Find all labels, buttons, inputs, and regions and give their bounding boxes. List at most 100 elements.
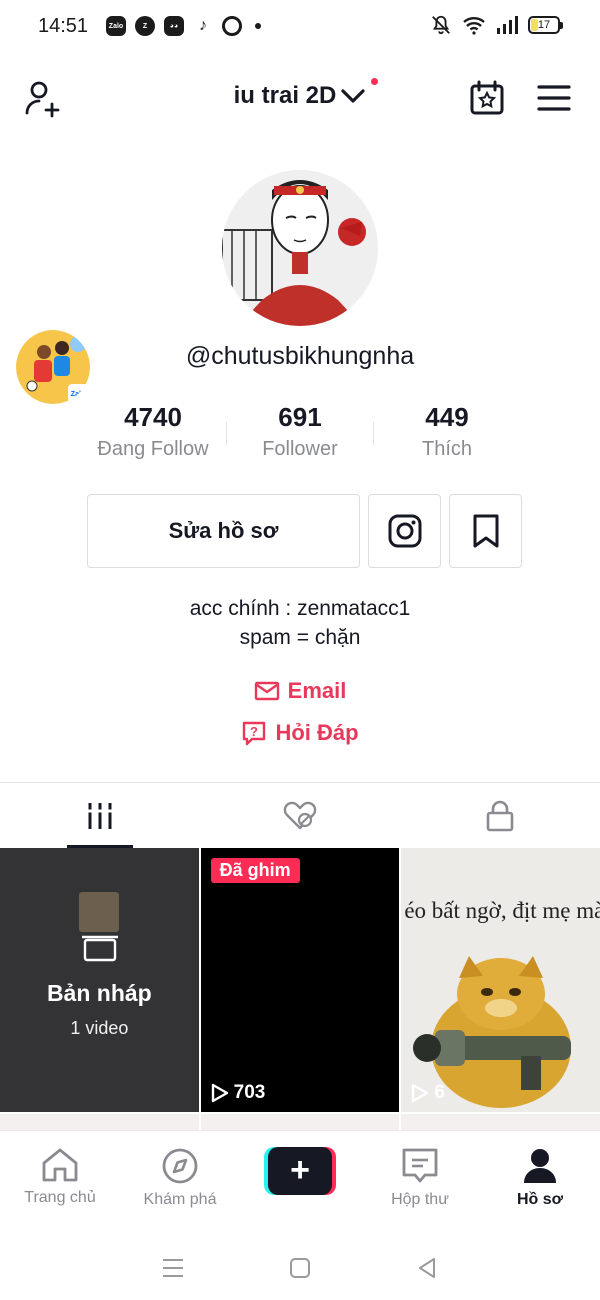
home-system-button[interactable] bbox=[280, 1248, 320, 1288]
following-label: Đang Follow bbox=[97, 438, 209, 460]
following-count: 4740 bbox=[124, 402, 182, 432]
likes-label: Thích bbox=[421, 438, 473, 460]
nav-inbox-label: Hộp thư bbox=[391, 1191, 449, 1208]
hamburger-icon bbox=[537, 85, 571, 111]
draft-thumbnail bbox=[79, 892, 119, 932]
pinned-badge: Đã ghim bbox=[210, 858, 300, 883]
menu-button[interactable] bbox=[532, 76, 576, 120]
instagram-button[interactable] bbox=[368, 494, 441, 568]
nav-discover[interactable]: Khám phá bbox=[120, 1131, 240, 1226]
chrome-icon bbox=[222, 16, 242, 36]
view-count: 703 bbox=[211, 1082, 265, 1104]
video-tile-peek[interactable] bbox=[401, 1114, 600, 1130]
play-icon bbox=[412, 1083, 429, 1103]
chevron-down-icon bbox=[341, 89, 365, 103]
back-triangle-icon bbox=[418, 1258, 435, 1278]
drafts-tile[interactable]: Bản nháp 1 video bbox=[0, 848, 199, 1112]
nav-profile-label: Hồ sơ bbox=[516, 1191, 564, 1208]
play-icon bbox=[211, 1083, 228, 1103]
status-system-icons: 17 bbox=[430, 14, 563, 36]
status-app-icons: Zalo Z ◕◕ ♪ bbox=[106, 16, 261, 36]
profile-icon bbox=[524, 1149, 556, 1183]
nav-create[interactable]: + bbox=[240, 1131, 360, 1226]
profile-header: iu trai 2D bbox=[0, 62, 600, 132]
username: @chutusbikhungnha bbox=[185, 342, 415, 370]
notification-dot bbox=[371, 78, 378, 85]
faq-link[interactable]: ? Hỏi Đáp bbox=[0, 720, 600, 746]
compass-icon bbox=[162, 1148, 198, 1184]
profile-stats: 4740 Đang Follow 691 Follower 449 Thích bbox=[80, 400, 520, 470]
stat-likes[interactable]: 449 Thích bbox=[374, 400, 520, 470]
video-grid-next-row bbox=[0, 1114, 600, 1130]
question-bubble-icon: ? bbox=[243, 721, 266, 746]
content-tabs bbox=[0, 782, 600, 848]
nav-profile[interactable]: Hồ sơ bbox=[480, 1131, 600, 1226]
mail-icon bbox=[254, 681, 279, 701]
tab-private[interactable] bbox=[400, 783, 600, 848]
video-tile-peek[interactable] bbox=[200, 1114, 400, 1130]
stat-following[interactable]: 4740 Đang Follow bbox=[80, 400, 226, 470]
followers-label: Follower bbox=[262, 438, 338, 460]
create-button: + bbox=[264, 1147, 336, 1195]
account-switcher[interactable]: iu trai 2D bbox=[200, 78, 400, 110]
lock-icon bbox=[486, 800, 514, 831]
meme-caption: éo bất ngờ, địt mẹ mày bbox=[404, 898, 600, 923]
battery-level: 17 bbox=[537, 19, 551, 31]
email-label: Email bbox=[287, 678, 347, 703]
svg-text:Zalo: Zalo bbox=[71, 391, 85, 398]
view-count: 6 bbox=[411, 1082, 445, 1104]
video-grid: Bản nháp 1 video Đã ghim 703 éo bất ngờ,… bbox=[0, 848, 600, 1112]
bio-line: spam = chặn bbox=[239, 626, 361, 649]
bottom-navigation: Trang chủ Khám phá + Hộp thư Hồ sơ bbox=[0, 1130, 600, 1226]
status-time: 14:51 bbox=[38, 15, 89, 37]
inbox-icon bbox=[402, 1148, 438, 1183]
system-navigation bbox=[0, 1236, 600, 1300]
status-bar: 14:51 Zalo Z ◕◕ ♪ 17 bbox=[0, 0, 600, 52]
liked-hidden-icon bbox=[283, 801, 317, 829]
square-home-icon bbox=[289, 1258, 310, 1278]
calendar-button[interactable] bbox=[465, 76, 509, 120]
drafts-count: 1 video bbox=[70, 1018, 129, 1038]
stat-followers[interactable]: 691 Follower bbox=[227, 400, 373, 470]
videos-grid-icon bbox=[86, 802, 114, 829]
profile-actions: Sửa hồ sơ bbox=[87, 494, 522, 568]
mute-icon bbox=[432, 15, 450, 35]
plus-icon: + bbox=[268, 1147, 332, 1195]
video-tile-pinned[interactable]: Đã ghim 703 bbox=[200, 848, 400, 1112]
nav-inbox[interactable]: Hộp thư bbox=[360, 1131, 480, 1226]
nav-home[interactable]: Trang chủ bbox=[0, 1131, 120, 1226]
home-icon bbox=[42, 1148, 78, 1182]
bio-line: acc chính : zenmatacc1 bbox=[189, 597, 411, 620]
email-link[interactable]: Email bbox=[0, 678, 600, 704]
edit-profile-button[interactable]: Sửa hồ sơ bbox=[87, 494, 360, 568]
more-notifications-dot bbox=[255, 23, 261, 29]
tab-liked[interactable] bbox=[200, 783, 400, 848]
profile-avatar[interactable] bbox=[222, 170, 378, 326]
nav-discover-label: Khám phá bbox=[143, 1191, 217, 1208]
recents-menu-icon bbox=[163, 1259, 184, 1277]
battery-indicator: 17 bbox=[528, 16, 563, 34]
profile-bio: acc chính : zenmatacc1 spam = chặn bbox=[0, 594, 600, 652]
add-friend-button[interactable] bbox=[22, 76, 66, 120]
instagram-icon bbox=[388, 514, 421, 548]
page-title: iu trai 2D bbox=[233, 82, 337, 109]
wifi-icon bbox=[463, 17, 485, 35]
back-system-button[interactable] bbox=[407, 1248, 447, 1288]
video-tile-peek[interactable] bbox=[0, 1114, 199, 1130]
bookmarks-button[interactable] bbox=[449, 494, 522, 568]
avatar-image bbox=[222, 170, 378, 326]
zalo-z-icon: Z bbox=[135, 16, 155, 36]
nav-home-label: Trang chủ bbox=[24, 1189, 96, 1206]
drafts-title: Bản nháp bbox=[46, 980, 152, 1006]
recent-apps-button[interactable] bbox=[153, 1248, 193, 1288]
tiktok-icon: ♪ bbox=[193, 16, 213, 36]
messenger-bot-icon: ◕◕ bbox=[164, 16, 184, 36]
signal-icon bbox=[497, 16, 518, 34]
bookmark-icon bbox=[473, 514, 498, 548]
drafts-box-icon bbox=[82, 935, 118, 962]
video-tile-meme[interactable]: éo bất ngờ, địt mẹ mày 6 bbox=[401, 848, 600, 1112]
zalo-icon: Zalo bbox=[106, 16, 126, 36]
tab-videos[interactable] bbox=[0, 783, 200, 848]
faq-label: Hỏi Đáp bbox=[275, 720, 359, 745]
calendar-star-icon bbox=[470, 80, 504, 115]
